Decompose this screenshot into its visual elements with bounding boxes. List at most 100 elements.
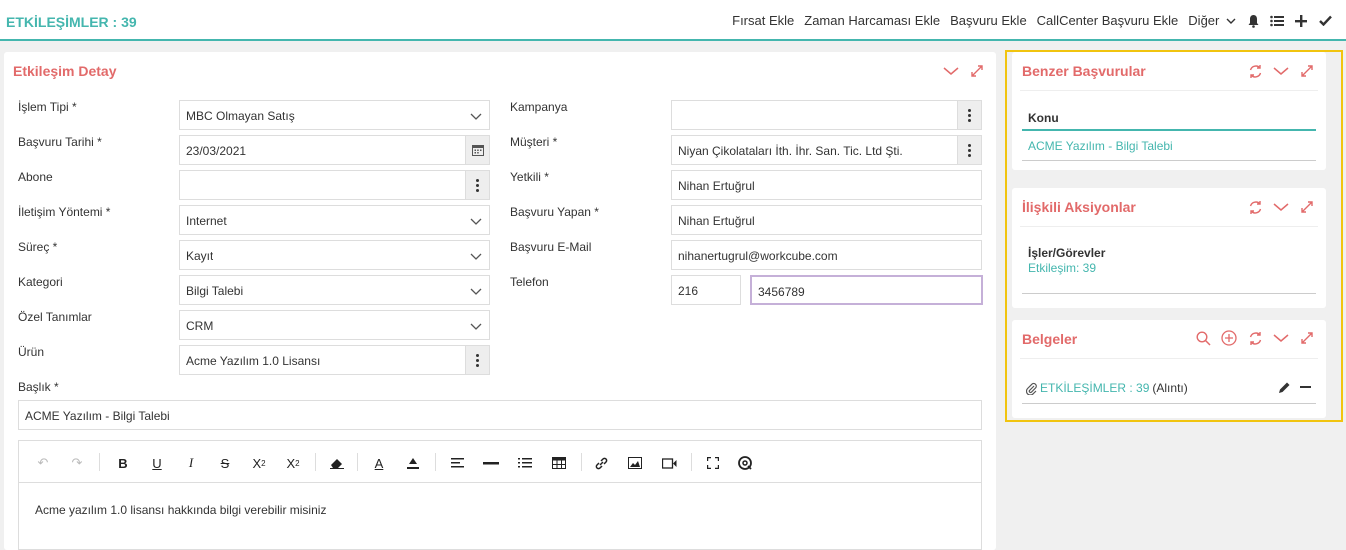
telefon-kod-input[interactable]: 216 — [671, 275, 741, 305]
header-actions: Fırsat Ekle Zaman Harcaması Ekle Başvuru… — [732, 13, 1332, 28]
chevron-down-icon — [470, 113, 482, 120]
callcenter-basvuru-ekle-button[interactable]: CallCenter Başvuru Ekle — [1037, 13, 1179, 28]
yetkili-label: Yetkili * — [510, 170, 549, 184]
more-options-icon[interactable] — [957, 101, 981, 129]
musteri-field[interactable]: Niyan Çikolataları İth. İhr. San. Tic. L… — [671, 135, 982, 165]
refresh-icon[interactable] — [1246, 62, 1264, 80]
more-options-icon[interactable] — [465, 171, 489, 199]
panel-title: Etkileşim Detay — [13, 63, 117, 79]
zaman-harcamasi-ekle-button[interactable]: Zaman Harcaması Ekle — [804, 13, 940, 28]
kategori-label: Kategori — [18, 275, 63, 289]
islem-tipi-value: MBC Olmayan Satış — [186, 109, 295, 123]
urun-field[interactable]: Acme Yazılım 1.0 Lisansı — [179, 345, 490, 375]
urun-value: Acme Yazılım 1.0 Lisansı — [186, 354, 321, 368]
expand-icon[interactable] — [1298, 62, 1316, 80]
surec-select[interactable]: Kayıt — [179, 240, 490, 270]
expand-icon[interactable] — [1298, 198, 1316, 216]
document-row: ETKİLEŞİMLER : 39 (Alıntı) — [1026, 381, 1188, 395]
collapse-chevron-icon[interactable] — [1272, 329, 1290, 347]
firsat-ekle-button[interactable]: Fırsat Ekle — [732, 13, 794, 28]
refresh-icon[interactable] — [1246, 329, 1264, 347]
italic-icon[interactable]: I — [181, 453, 201, 473]
fullscreen-icon[interactable] — [703, 453, 723, 473]
subscript-icon[interactable]: X2 — [249, 453, 269, 473]
baslik-value: ACME Yazılım - Bilgi Talebi — [25, 409, 170, 423]
calendar-icon[interactable] — [465, 136, 489, 164]
highlight-color-icon[interactable] — [403, 453, 423, 473]
more-options-icon[interactable] — [465, 346, 489, 374]
telefon-label: Telefon — [510, 275, 549, 289]
page-title: ETKİLEŞİMLER : 39 — [6, 14, 137, 30]
abone-field[interactable] — [179, 170, 490, 200]
basvuru-yapan-input[interactable]: Nihan Ertuğrul — [671, 205, 982, 235]
islem-tipi-select[interactable]: MBC Olmayan Satış — [179, 100, 490, 130]
remove-icon[interactable] — [1300, 386, 1311, 388]
urun-label: Ürün — [18, 345, 45, 359]
etkilesim-link[interactable]: Etkileşim: 39 — [1028, 261, 1096, 275]
diger-label: Diğer — [1188, 13, 1220, 28]
source-code-icon[interactable] — [735, 453, 755, 473]
abone-label: Abone — [18, 170, 53, 184]
chevron-down-icon — [1226, 18, 1236, 24]
search-icon[interactable] — [1194, 329, 1212, 347]
ordered-list-icon[interactable] — [515, 453, 535, 473]
check-icon[interactable] — [1318, 14, 1332, 28]
editor-content[interactable]: Acme yazılım 1.0 lisansı hakkında bilgi … — [35, 503, 326, 517]
etkilesim-detay-panel: Etkileşim Detay İşlem Tipi * Başvuru Tar… — [4, 52, 996, 550]
diger-menu-button[interactable]: Diğer — [1188, 13, 1236, 28]
yetkili-input[interactable]: Nihan Ertuğrul — [671, 170, 982, 200]
islem-tipi-label: İşlem Tipi * — [18, 100, 77, 114]
kategori-value: Bilgi Talebi — [186, 284, 244, 298]
bell-icon[interactable] — [1246, 14, 1260, 28]
baslik-input[interactable]: ACME Yazılım - Bilgi Talebi — [18, 400, 982, 430]
expand-icon[interactable] — [1298, 329, 1316, 347]
telefon-no-value: 3456789 — [758, 285, 805, 299]
link-icon[interactable] — [591, 453, 611, 473]
collapse-chevron-icon[interactable] — [942, 62, 960, 80]
ozel-tanimlar-select[interactable]: CRM — [179, 310, 490, 340]
refresh-icon[interactable] — [1246, 198, 1264, 216]
kampanya-label: Kampanya — [510, 100, 568, 114]
panel-title: Belgeler — [1022, 331, 1078, 347]
basvuru-email-input[interactable]: nihanertugrul@workcube.com — [671, 240, 982, 270]
pencil-icon[interactable] — [1278, 381, 1291, 397]
image-icon[interactable] — [625, 453, 645, 473]
iletisim-yontemi-label: İletişim Yöntemi * — [18, 205, 111, 219]
list-icon[interactable] — [1270, 14, 1284, 28]
collapse-chevron-icon[interactable] — [1272, 198, 1290, 216]
bold-icon[interactable]: B — [113, 453, 133, 473]
plus-icon[interactable] — [1294, 14, 1308, 28]
iliskili-aksiyonlar-panel: İlişkili Aksiyonlar İşler/Görevler Etkil… — [1012, 188, 1326, 308]
more-options-icon[interactable] — [957, 136, 981, 164]
basvuru-tarihi-field[interactable]: 23/03/2021 — [179, 135, 490, 165]
undo-icon[interactable]: ↶ — [33, 453, 53, 473]
telefon-no-input[interactable]: 3456789 — [750, 275, 983, 305]
redo-icon[interactable]: ↷ — [67, 453, 87, 473]
document-link[interactable]: ETKİLEŞİMLER : 39 — [1040, 381, 1149, 395]
video-icon[interactable] — [659, 453, 679, 473]
basvuru-ekle-button[interactable]: Başvuru Ekle — [950, 13, 1027, 28]
konu-column-header: Konu — [1028, 111, 1059, 125]
eraser-icon[interactable] — [327, 453, 347, 473]
iletisim-yontemi-select[interactable]: Internet — [179, 205, 490, 235]
expand-icon[interactable] — [968, 62, 986, 80]
musteri-value: Niyan Çikolataları İth. İhr. San. Tic. L… — [678, 144, 903, 158]
superscript-icon[interactable]: X2 — [283, 453, 303, 473]
surec-value: Kayıt — [186, 249, 214, 263]
benzer-basvuru-link[interactable]: ACME Yazılım - Bilgi Talebi — [1028, 139, 1173, 153]
horizontal-rule-icon[interactable] — [481, 453, 501, 473]
telefon-kod-value: 216 — [678, 284, 699, 298]
kategori-select[interactable]: Bilgi Talebi — [179, 275, 490, 305]
collapse-chevron-icon[interactable] — [1272, 62, 1290, 80]
ozel-tanimlar-value: CRM — [186, 319, 214, 333]
add-circle-icon[interactable] — [1220, 329, 1238, 347]
align-icon[interactable] — [447, 453, 467, 473]
chevron-down-icon — [470, 218, 482, 225]
rich-text-editor: ↶ ↷ B U I S X2 X2 A Acme yazılım 1.0 lis… — [18, 440, 982, 550]
strikethrough-icon[interactable]: S — [215, 453, 235, 473]
underline-icon[interactable]: U — [147, 453, 167, 473]
kampanya-field[interactable] — [671, 100, 982, 130]
editor-toolbar: ↶ ↷ B U I S X2 X2 A — [19, 441, 981, 483]
table-icon[interactable] — [549, 453, 569, 473]
font-color-icon[interactable]: A — [369, 453, 389, 473]
